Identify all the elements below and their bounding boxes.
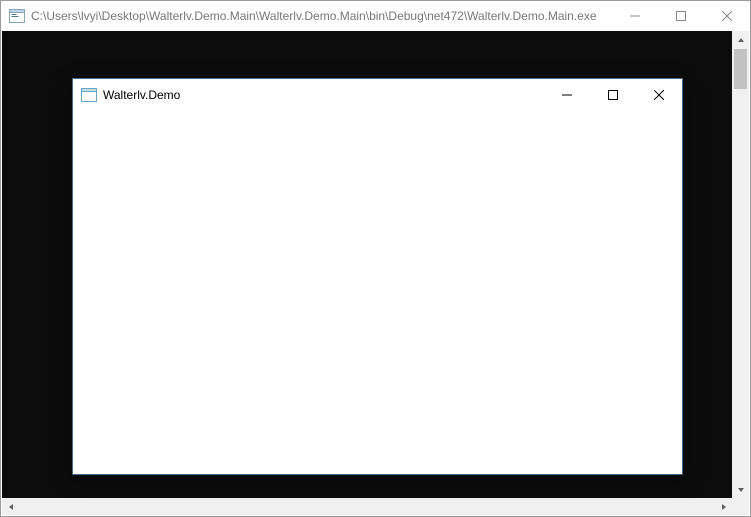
inner-app-icon — [81, 87, 97, 103]
inner-titlebar[interactable]: Walterlv.Demo — [73, 79, 682, 110]
outer-titlebar[interactable]: C:\Users\lvyi\Desktop\Walterlv.Demo.Main… — [1, 1, 750, 31]
outer-vertical-scrollbar[interactable] — [732, 31, 749, 498]
vertical-scroll-thumb[interactable] — [734, 49, 747, 89]
inner-minimize-button[interactable] — [544, 79, 590, 110]
inner-window-controls — [544, 79, 682, 110]
inner-client-area — [73, 110, 682, 474]
scroll-left-arrow-icon[interactable] — [2, 498, 19, 515]
scroll-up-arrow-icon[interactable] — [732, 31, 749, 48]
inner-maximize-button[interactable] — [590, 79, 636, 110]
inner-close-button[interactable] — [636, 79, 682, 110]
outer-close-button[interactable] — [704, 1, 750, 31]
scroll-down-arrow-icon[interactable] — [732, 481, 749, 498]
outer-horizontal-scrollbar[interactable] — [2, 498, 732, 515]
console-app-icon — [9, 8, 25, 24]
outer-minimize-button[interactable] — [612, 1, 658, 31]
outer-window-controls — [612, 1, 750, 31]
outer-window-title: C:\Users\lvyi\Desktop\Walterlv.Demo.Main… — [31, 9, 597, 23]
inner-window-title: Walterlv.Demo — [103, 88, 180, 102]
scrollbar-corner — [732, 498, 749, 515]
outer-console-window: C:\Users\lvyi\Desktop\Walterlv.Demo.Main… — [0, 0, 751, 517]
outer-maximize-button[interactable] — [658, 1, 704, 31]
scroll-right-arrow-icon[interactable] — [715, 498, 732, 515]
inner-app-window: Walterlv.Demo — [72, 78, 683, 475]
